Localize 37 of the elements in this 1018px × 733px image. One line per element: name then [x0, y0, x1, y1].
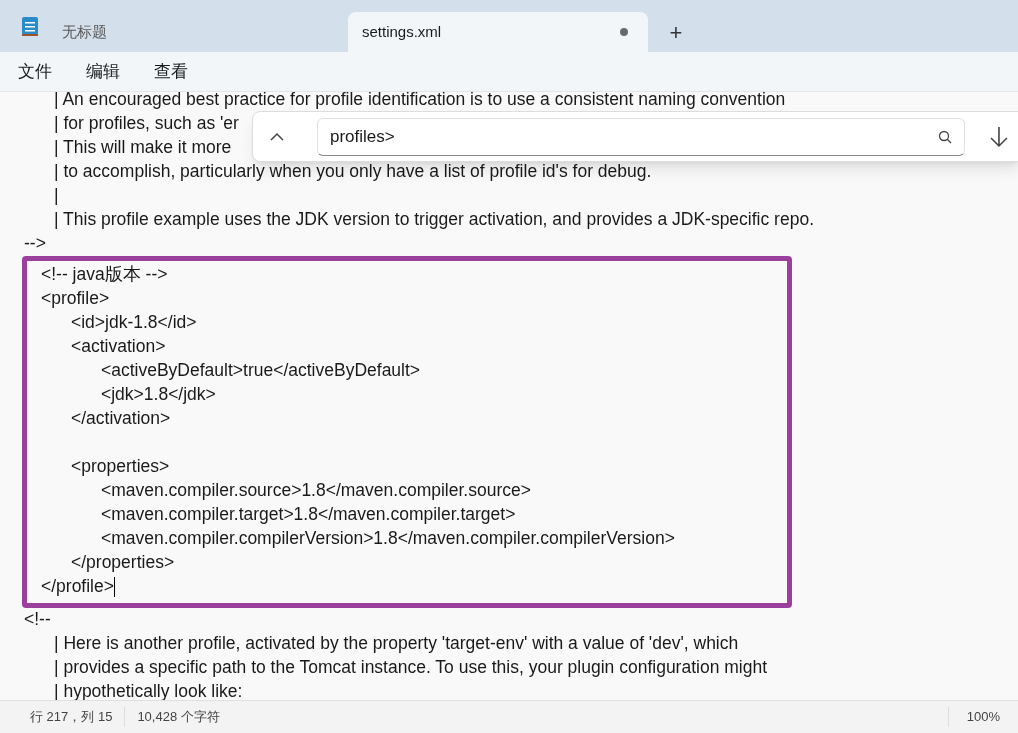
- code-line: <!-- java版本 -->: [41, 266, 168, 284]
- search-field[interactable]: profiles>: [316, 117, 966, 156]
- tab[interactable]: 无标题: [48, 12, 348, 52]
- menu-item[interactable]: 查看: [154, 58, 188, 85]
- code-line: | An encouraged best practice for profile identification is to use a consistent naming convention: [53, 92, 786, 109]
- new-tab-button[interactable]: +: [656, 12, 696, 52]
- code-line: | This will make it more: [53, 139, 232, 157]
- notepad-icon: [21, 15, 39, 37]
- cursor-position: 行 217，列 15: [29, 708, 114, 727]
- character-count: 10,428 个字符: [124, 707, 220, 727]
- menu-item[interactable]: 文件: [18, 58, 52, 85]
- code-line: |: [53, 187, 59, 205]
- code-line: | Here is another profile, activated by the property 'target-env' with a value of 'dev', which: [53, 635, 739, 653]
- search-icon: [938, 129, 953, 144]
- code-line: <maven.compiler.source>1.8</maven.compiler.source>: [100, 482, 531, 500]
- code-line: | to accomplish, particularly when you only have a list of profile id's for debug.: [53, 163, 652, 181]
- zoom-level: 100%: [947, 707, 1018, 727]
- chevron-up-icon[interactable]: [269, 131, 285, 142]
- code-line: </profile>: [41, 578, 114, 596]
- arrow-down-icon[interactable]: [989, 125, 1009, 148]
- code-line: -->: [24, 235, 46, 253]
- code-line: <profile>: [41, 290, 110, 308]
- code-line: <id>jdk-1.8</id>: [70, 314, 197, 332]
- code-line: <jdk>1.8</jdk>: [100, 386, 216, 404]
- code-line: | provides a specific path to the Tomcat instance. To use this, your plugin configuration might: [53, 659, 768, 677]
- menu-item[interactable]: 编辑: [86, 58, 120, 85]
- code-line: <activation>: [70, 338, 166, 356]
- code-line: | This profile example uses the JDK version to trigger activation, and provides a JDK-specific repo.: [53, 211, 814, 229]
- code-line: <activeByDefault>true</activeByDefault>: [100, 362, 421, 380]
- code-line: </properties>: [70, 554, 175, 572]
- code-line: <maven.compiler.compilerVersion>1.8</maven.compiler.compilerVersion>: [100, 530, 675, 548]
- code-line: <maven.compiler.target>1.8</maven.compiler.target>: [100, 506, 516, 524]
- code-line: <properties>: [70, 458, 170, 476]
- tab[interactable]: settings.xml: [348, 12, 648, 52]
- code-line: </activation>: [70, 410, 171, 428]
- code-line: <!--: [24, 611, 51, 629]
- code-line: | for profiles, such as 'er: [53, 115, 239, 133]
